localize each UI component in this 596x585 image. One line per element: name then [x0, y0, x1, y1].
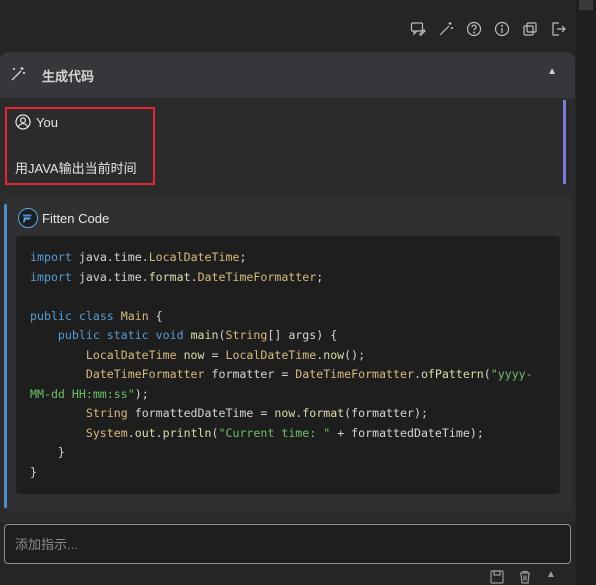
exit-icon[interactable] — [548, 19, 568, 39]
user-avatar-icon — [15, 114, 31, 130]
scroll-up-icon[interactable]: ▲ — [546, 569, 562, 585]
bottom-bar: ▲ — [0, 566, 575, 585]
magic-wand-icon — [10, 66, 28, 84]
instruction-input[interactable] — [4, 524, 571, 564]
chat-edit-icon[interactable] — [408, 19, 428, 39]
collapse-icon[interactable]: ▲ — [547, 66, 557, 77]
code-line: System.out.println("Current time: " + fo… — [85, 425, 484, 440]
info-icon[interactable] — [492, 19, 512, 39]
code-line: } — [57, 445, 65, 459]
copy-icon[interactable] — [520, 19, 540, 39]
assistant-header: Fitten Code — [18, 208, 109, 228]
code-line: public static void main(String[] args) { — [57, 328, 338, 342]
code-line: LocalDateTime now = LocalDateTime.now(); — [85, 347, 366, 362]
assistant-message: Fitten Code import java.time.LocalDateTi… — [4, 196, 571, 512]
assistant-name: Fitten Code — [42, 210, 110, 226]
scrollbar-thumb[interactable] — [579, 0, 593, 10]
scrollbar-strip[interactable] — [576, 0, 596, 585]
user-name: You — [36, 114, 58, 130]
code-line: import java.time.format.DateTimeFormatte… — [30, 269, 324, 284]
code-line: import java.time.LocalDateTime; — [30, 250, 247, 264]
code-block[interactable]: import java.time.LocalDateTime; import ja… — [16, 236, 560, 494]
assistant-accent-bar — [4, 204, 7, 508]
panel-title: 生成代码 — [42, 68, 95, 84]
help-icon[interactable] — [464, 19, 484, 39]
save-icon[interactable] — [489, 569, 505, 585]
code-line: MM-dd HH:mm:ss"); — [30, 386, 149, 401]
panel-header[interactable]: 生成代码 ▲ — [0, 52, 575, 98]
user-header: You — [15, 112, 58, 132]
code-line: public class Main { — [30, 308, 163, 323]
top-toolbar — [408, 18, 568, 40]
trash-icon[interactable] — [517, 569, 533, 585]
fitten-logo-icon — [18, 208, 38, 228]
magic-wand-icon[interactable] — [436, 19, 456, 39]
code-line: } — [30, 464, 37, 479]
user-message-accent-bar — [563, 100, 566, 184]
code-line: DateTimeFormatter formatter = DateTimeFo… — [85, 367, 533, 381]
code-line: String formattedDateTime = now.format(fo… — [85, 406, 428, 420]
user-message-text: 用JAVA输出当前时间 — [15, 161, 137, 176]
